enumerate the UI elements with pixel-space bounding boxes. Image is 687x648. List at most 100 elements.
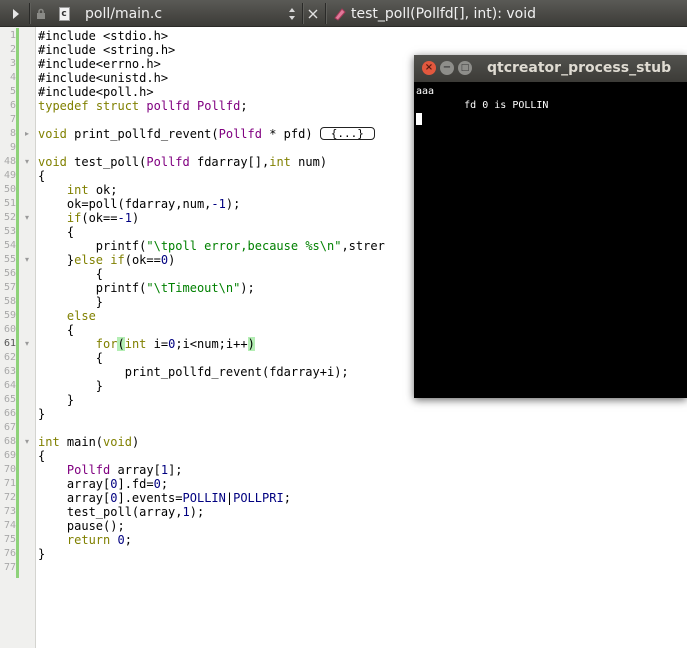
line-number: 58 — [3, 296, 16, 307]
code-line[interactable]: if(ok==-1) — [38, 211, 139, 225]
fold-marker-icon[interactable]: ▾ — [23, 155, 31, 169]
line-number: 59 — [3, 310, 16, 321]
code-line[interactable]: } — [38, 547, 45, 561]
line-number: 8 — [9, 128, 16, 139]
line-number: 1 — [9, 30, 16, 41]
line-number: 71 — [3, 478, 16, 489]
line-number: 65 — [3, 394, 16, 405]
close-icon[interactable] — [305, 0, 321, 27]
window-minimize-button[interactable]: − — [440, 61, 454, 75]
line-number: 5 — [9, 86, 16, 97]
terminal-cursor — [416, 113, 422, 125]
terminal-window[interactable]: × − □ qtcreator_process_stub aaa fd 0 is… — [414, 55, 687, 398]
code-line[interactable]: } — [38, 295, 103, 309]
line-number: 76 — [3, 548, 16, 559]
file-name-label[interactable]: poll/main.c — [85, 0, 162, 27]
line-number: 68 — [3, 436, 16, 447]
line-number: 61 — [3, 338, 16, 349]
code-line[interactable]: for(int i=0;i<num;i++) — [38, 337, 255, 351]
code-line[interactable]: int ok; — [38, 183, 118, 197]
line-number: 2 — [9, 44, 16, 55]
line-number: 75 — [3, 534, 16, 545]
code-line[interactable]: { — [38, 267, 103, 281]
code-line[interactable]: typedef struct pollfd Pollfd; — [38, 99, 248, 113]
modified-lines-marker — [16, 28, 19, 578]
code-line[interactable]: { — [38, 323, 74, 337]
window-maximize-button[interactable]: □ — [458, 61, 472, 75]
lock-icon[interactable] — [32, 0, 50, 27]
line-number: 56 — [3, 268, 16, 279]
fold-marker-icon[interactable]: ▾ — [23, 337, 31, 351]
code-line[interactable]: { — [38, 169, 45, 183]
line-number: 66 — [3, 408, 16, 419]
line-number: 50 — [3, 184, 16, 195]
code-line[interactable]: test_poll(array,1); — [38, 505, 204, 519]
terminal-title: qtcreator_process_stub — [487, 60, 672, 76]
line-number: 9 — [9, 142, 16, 153]
fold-marker-icon[interactable]: ▸ — [23, 127, 31, 141]
forward-icon[interactable] — [6, 0, 26, 27]
line-number: 77 — [3, 562, 16, 573]
code-line[interactable]: }else if(ok==0) — [38, 253, 175, 267]
terminal-line-1: aaa — [416, 86, 435, 97]
code-line[interactable]: { — [38, 449, 45, 463]
line-number: 53 — [3, 226, 16, 237]
terminal-titlebar[interactable]: × − □ qtcreator_process_stub — [414, 55, 687, 82]
code-line[interactable]: int main(void) — [38, 435, 139, 449]
folded-block-marker[interactable]: {...} — [319, 127, 375, 140]
line-number: 73 — [3, 506, 16, 517]
code-line[interactable]: return 0; — [38, 533, 132, 547]
code-line[interactable]: array[0].fd=0; — [38, 477, 168, 491]
fold-marker-icon[interactable]: ▾ — [23, 211, 31, 225]
function-signature-label[interactable]: test_poll(Pollfd[], int): void — [351, 0, 536, 27]
line-number: 55 — [3, 254, 16, 265]
code-line[interactable]: #include <string.h> — [38, 43, 175, 57]
code-line[interactable]: else — [38, 309, 96, 323]
line-number: 72 — [3, 492, 16, 503]
line-number: 67 — [3, 422, 16, 433]
line-number: 74 — [3, 520, 16, 531]
line-number: 63 — [3, 366, 16, 377]
line-number: 60 — [3, 324, 16, 335]
code-line[interactable]: } — [38, 393, 74, 407]
fold-marker-icon[interactable]: ▾ — [23, 435, 31, 449]
line-number: 4 — [9, 72, 16, 83]
line-number: 52 — [3, 212, 16, 223]
code-line[interactable]: { — [38, 351, 103, 365]
code-line[interactable]: #include<unistd.h> — [38, 71, 168, 85]
line-number: 64 — [3, 380, 16, 391]
terminal-output: aaa fd 0 is POLLIN — [416, 85, 548, 127]
code-line[interactable]: { — [38, 225, 74, 239]
code-line[interactable]: print_pollfd_revent(fdarray+i); — [38, 365, 349, 379]
line-number: 51 — [3, 198, 16, 209]
line-number: 57 — [3, 282, 16, 293]
line-number: 54 — [3, 240, 16, 251]
file-c-icon: c — [55, 0, 73, 27]
updown-arrow-icon[interactable] — [286, 0, 298, 27]
code-line[interactable]: void test_poll(Pollfd fdarray[],int num) — [38, 155, 327, 169]
line-number: 49 — [3, 170, 16, 181]
code-line[interactable]: } — [38, 407, 45, 421]
fold-marker-icon[interactable]: ▾ — [23, 253, 31, 267]
code-line[interactable]: Pollfd array[1]; — [38, 463, 183, 477]
code-line[interactable]: #include<poll.h> — [38, 85, 154, 99]
code-line[interactable]: ok=poll(fdarray,num,-1); — [38, 197, 240, 211]
code-line[interactable]: array[0].events=POLLIN|POLLPRI; — [38, 491, 291, 505]
terminal-line-2: fd 0 is POLLIN — [416, 100, 549, 111]
line-number: 7 — [9, 114, 16, 125]
function-tag-icon — [332, 0, 348, 27]
code-line[interactable]: #include <stdio.h> — [38, 29, 168, 43]
code-line[interactable]: void print_pollfd_revent(Pollfd * pfd) {… — [38, 127, 375, 141]
line-number: 48 — [3, 156, 16, 167]
window-close-button[interactable]: × — [422, 61, 436, 75]
line-number: 6 — [9, 100, 16, 111]
code-line[interactable]: printf("\tpoll error,because %s\n",strer — [38, 239, 385, 253]
code-line[interactable]: printf("\tTimeout\n"); — [38, 281, 255, 295]
code-line[interactable]: } — [38, 379, 103, 393]
code-line[interactable]: #include<errno.h> — [38, 57, 161, 71]
line-number: 3 — [9, 58, 16, 69]
line-number: 70 — [3, 464, 16, 475]
code-line[interactable]: pause(); — [38, 519, 125, 533]
line-number: 62 — [3, 352, 16, 363]
line-number: 69 — [3, 450, 16, 461]
